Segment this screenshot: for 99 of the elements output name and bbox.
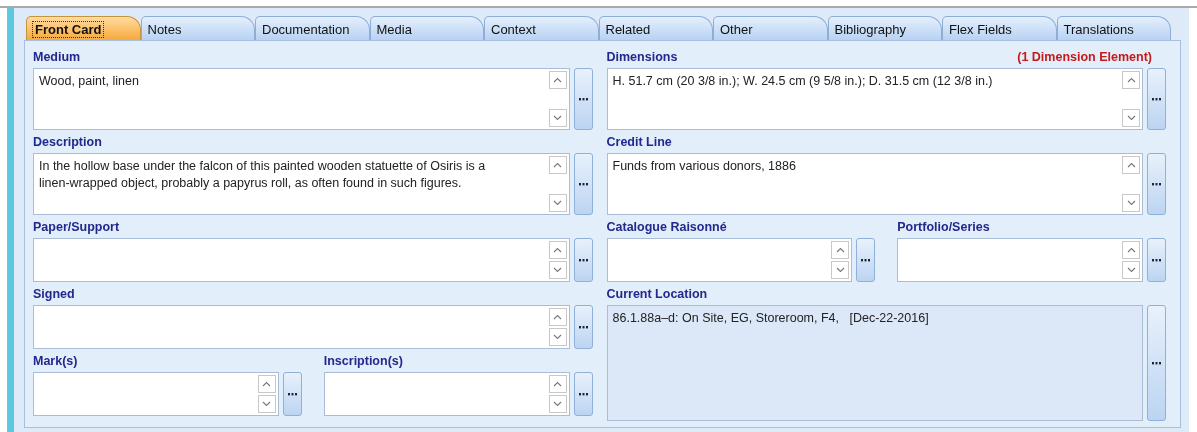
text-field[interactable] [606, 238, 853, 282]
tab[interactable]: Media [369, 16, 484, 40]
ellipsis-icon [578, 392, 588, 396]
field-label: Description [33, 135, 102, 149]
chevron-down-icon [835, 267, 845, 273]
scroll-down-button[interactable] [548, 395, 567, 413]
chevron-down-icon [553, 115, 562, 121]
chevron-up-icon [553, 162, 562, 168]
chevron-up-icon [553, 381, 562, 387]
ellipsis-icon [1152, 258, 1161, 262]
browse-button[interactable] [573, 68, 593, 130]
scroll-up-button[interactable] [548, 156, 567, 174]
scroll-up-button[interactable] [831, 241, 850, 259]
tab[interactable]: Related [598, 16, 713, 40]
scroll-up-button[interactable] [548, 241, 567, 259]
chevron-up-icon [1126, 162, 1136, 168]
field-label: Portfolio/Series [897, 220, 990, 234]
field-label: Dimensions [606, 50, 678, 64]
scroll-up-button[interactable] [257, 375, 276, 393]
text-field[interactable]: In the hollow base under the falcon of this painted wooden statuette of Osiris is a linen-wrapped object, probably a papyrus roll, as often found in such figures. [33, 153, 570, 215]
field-label: Credit Line [606, 135, 672, 149]
scroll-down-button[interactable] [548, 194, 567, 212]
chevron-down-icon [553, 200, 562, 206]
ellipsis-icon [1152, 361, 1161, 365]
field-value: Wood, paint, linen [39, 74, 139, 88]
chevron-up-icon [553, 247, 562, 253]
ellipsis-icon [578, 325, 588, 329]
chevron-down-icon [1126, 115, 1136, 121]
chevron-up-icon [553, 314, 562, 320]
scroll-down-button[interactable] [1122, 261, 1140, 279]
chevron-down-icon [1126, 200, 1136, 206]
text-field[interactable] [33, 305, 570, 349]
ellipsis-icon [861, 258, 871, 262]
scroll-down-button[interactable] [1122, 194, 1140, 212]
dimension-count: (1 Dimension Element) [1017, 50, 1152, 64]
chevron-up-icon [1126, 77, 1136, 83]
field-label: Inscription(s) [323, 354, 403, 368]
browse-button[interactable] [573, 238, 593, 282]
browse-button[interactable] [1147, 305, 1166, 421]
chevron-up-icon [835, 247, 845, 253]
chevron-down-icon [553, 401, 562, 407]
scroll-down-button[interactable] [548, 109, 567, 127]
field-label: Medium [33, 50, 81, 64]
chevron-down-icon [553, 334, 562, 340]
ellipsis-icon [578, 258, 588, 262]
browse-button[interactable] [1147, 238, 1166, 282]
field-label: Current Location [606, 287, 708, 301]
browse-button[interactable] [1147, 153, 1166, 215]
scroll-up-button[interactable] [1122, 71, 1140, 89]
field-value: Funds from various donors, 1886 [612, 159, 796, 173]
scroll-down-button[interactable] [1122, 109, 1140, 127]
field-label: Catalogue Raisonné [606, 220, 727, 234]
tab[interactable]: Bibliography [827, 16, 942, 40]
tab[interactable]: Notes [140, 16, 255, 40]
ellipsis-icon [1152, 97, 1161, 101]
field-value: H. 51.7 cm (20 3/8 in.); W. 24.5 cm (9 5/8 in.); D. 31.5 cm (12 3/8 in.) [612, 74, 993, 88]
tab[interactable]: Translations [1056, 16, 1171, 40]
browse-button[interactable] [573, 305, 593, 349]
chevron-down-icon [262, 401, 272, 407]
browse-button[interactable] [573, 153, 593, 215]
browse-button[interactable] [282, 372, 302, 416]
field-label: Paper/Support [33, 220, 120, 234]
scroll-down-button[interactable] [548, 328, 567, 346]
text-field[interactable] [897, 238, 1143, 282]
tab[interactable]: Context [484, 16, 599, 40]
browse-button[interactable] [856, 238, 876, 282]
ellipsis-icon [1152, 182, 1161, 186]
browse-button[interactable] [573, 372, 593, 416]
field-value: In the hollow base under the falcon of this painted wooden statuette of Osiris is a linen-wrapped object, probably a papyrus roll, as often found in such figures. [39, 159, 487, 190]
field-label: Signed [33, 287, 75, 301]
scroll-up-button[interactable] [1122, 241, 1140, 259]
text-field[interactable]: Funds from various donors, 1886 [606, 153, 1143, 215]
field-label: Mark(s) [33, 354, 78, 368]
tab[interactable]: Other [713, 16, 828, 40]
scroll-up-button[interactable] [548, 308, 567, 326]
scroll-up-button[interactable] [548, 375, 567, 393]
ellipsis-icon [578, 182, 588, 186]
scroll-up-button[interactable] [1122, 156, 1140, 174]
ellipsis-icon [578, 97, 588, 101]
tab[interactable]: Front Card [26, 16, 141, 40]
chevron-down-icon [553, 267, 562, 273]
scroll-down-button[interactable] [257, 395, 276, 413]
text-field[interactable] [323, 372, 570, 416]
chevron-up-icon [1126, 247, 1136, 253]
chevron-up-icon [262, 381, 272, 387]
scroll-up-button[interactable] [548, 71, 567, 89]
scroll-down-button[interactable] [548, 261, 567, 279]
text-field[interactable] [33, 372, 279, 416]
tab[interactable]: Flex Fields [942, 16, 1057, 40]
text-field[interactable]: Wood, paint, linen [33, 68, 570, 130]
text-field[interactable] [33, 238, 570, 282]
chevron-down-icon [1126, 267, 1136, 273]
scroll-down-button[interactable] [831, 261, 850, 279]
tab[interactable]: Documentation [255, 16, 370, 40]
chevron-up-icon [553, 77, 562, 83]
ellipsis-icon [287, 392, 297, 396]
text-field[interactable]: H. 51.7 cm (20 3/8 in.); W. 24.5 cm (9 5/8 in.); D. 31.5 cm (12 3/8 in.) [606, 68, 1143, 130]
field-value: 86.1.88a–d: On Site, EG, Storeroom, F4, [Dec-22-2016] [612, 311, 929, 325]
browse-button[interactable] [1147, 68, 1166, 130]
